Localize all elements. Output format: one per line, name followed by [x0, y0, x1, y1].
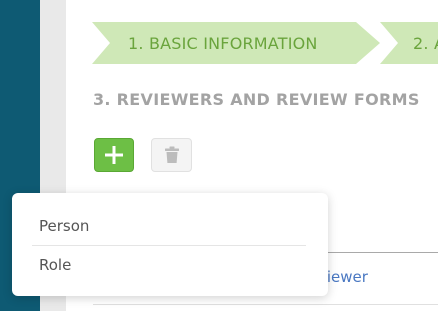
- add-type-dropdown: Person Role: [12, 193, 328, 296]
- table-row-divider: [93, 304, 438, 305]
- wizard-step-basic-information[interactable]: 1. BASIC INFORMATION: [92, 22, 380, 64]
- dropdown-item-role[interactable]: Role: [39, 256, 71, 274]
- dropdown-divider: [32, 245, 306, 246]
- delete-button[interactable]: [151, 138, 192, 172]
- plus-icon: [105, 146, 123, 164]
- dropdown-item-person[interactable]: Person: [39, 217, 89, 235]
- table-header-divider: [320, 252, 438, 253]
- trash-icon: [164, 146, 179, 163]
- wizard-step-label: 2. A: [413, 33, 438, 53]
- app-root: 1. BASIC INFORMATION 2. A 3. REVIEWERS A…: [0, 0, 438, 311]
- add-reviewer-button[interactable]: [94, 138, 134, 172]
- wizard-step-label: 1. BASIC INFORMATION: [128, 33, 318, 53]
- section-title: 3. REVIEWERS AND REVIEW FORMS: [93, 90, 420, 109]
